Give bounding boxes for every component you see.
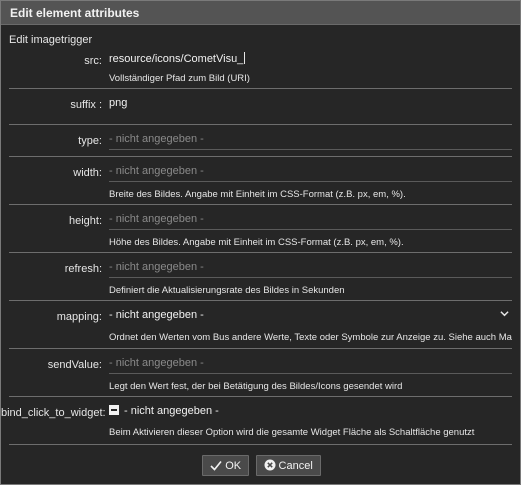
src-input[interactable]: resource/icons/CometVisu_ [109, 49, 512, 70]
bind-click-label: bind_click_to_widget: [1, 407, 106, 419]
row-bind-click-to-widget: bind_click_to_widget: - nicht angegeben … [1, 397, 512, 445]
sendvalue-label: sendValue: [47, 359, 102, 371]
dialog-buttons: OK Cancel [1, 455, 521, 476]
refresh-input[interactable]: - nicht angegeben - [109, 257, 512, 278]
row-height: height: - nicht angegeben - Höhe des Bil… [9, 205, 512, 253]
mapping-selected-value: - nicht angegeben - [109, 309, 204, 321]
type-placeholder: - nicht angegeben - [109, 133, 204, 145]
mapping-label: mapping: [56, 311, 102, 323]
edit-attributes-dialog: Edit element attributes Edit imagetrigge… [0, 0, 521, 485]
width-description: Breite des Bildes. Angabe mit Einheit im… [109, 189, 406, 200]
row-sendvalue: sendValue: - nicht angegeben - Legt den … [9, 349, 512, 397]
height-label: height: [68, 215, 102, 227]
refresh-label: refresh: [64, 263, 102, 275]
row-refresh: refresh: - nicht angegeben - Definiert d… [9, 253, 512, 301]
row-width: width: - nicht angegeben - Breite des Bi… [9, 157, 512, 205]
bind-click-value: - nicht angegeben - [124, 405, 219, 417]
cancel-label: Cancel [278, 460, 313, 472]
suffix-input[interactable]: png [109, 93, 512, 114]
row-type: type: - nicht angegeben - [9, 125, 512, 157]
ok-button[interactable]: OK [202, 455, 250, 476]
sendvalue-input[interactable]: - nicht angegeben - [109, 353, 512, 374]
text-caret [244, 52, 246, 64]
sendvalue-placeholder: - nicht angegeben - [109, 357, 204, 369]
refresh-placeholder: - nicht angegeben - [109, 261, 204, 273]
row-src: src: resource/icons/CometVisu_ Vollständ… [9, 45, 512, 89]
mapping-description: Ordnet den Werten vom Bus andere Werte, … [109, 332, 512, 343]
height-description: Höhe des Bildes. Angabe mit Einheit im C… [109, 237, 404, 248]
indeterminate-checkbox-icon[interactable] [109, 405, 119, 415]
width-input[interactable]: - nicht angegeben - [109, 161, 512, 182]
height-placeholder: - nicht angegeben - [109, 213, 204, 225]
src-label: src: [84, 55, 102, 67]
refresh-description: Definiert die Aktualisierungsrate des Bi… [109, 285, 345, 296]
close-circle-icon [264, 459, 276, 471]
width-placeholder: - nicht angegeben - [109, 165, 204, 177]
row-mapping: mapping: - nicht angegeben - Ordnet den … [9, 301, 512, 349]
chevron-down-icon[interactable] [500, 305, 509, 326]
dialog-title: Edit element attributes [1, 1, 520, 25]
check-icon [210, 460, 222, 471]
cancel-button[interactable]: Cancel [255, 455, 321, 476]
src-value: resource/icons/CometVisu_ [109, 53, 244, 65]
suffix-value: png [109, 97, 128, 109]
height-input[interactable]: - nicht angegeben - [109, 209, 512, 230]
src-description: Vollständiger Pfad zum Bild (URI) [109, 73, 250, 84]
bind-click-description: Beim Aktivieren dieser Option wird die g… [109, 427, 475, 438]
bind-click-control[interactable]: - nicht angegeben - [109, 401, 512, 422]
row-suffix: suffix : png [9, 89, 512, 125]
sendvalue-description: Legt den Wert fest, der bei Betätigung d… [109, 381, 403, 392]
ok-label: OK [225, 460, 242, 472]
suffix-label: suffix : [70, 99, 102, 111]
width-label: width: [73, 167, 102, 179]
mapping-select[interactable]: - nicht angegeben - [109, 305, 512, 326]
type-input[interactable]: - nicht angegeben - [109, 129, 512, 150]
type-label: type: [78, 135, 102, 147]
attribute-rows: src: resource/icons/CometVisu_ Vollständ… [1, 45, 521, 445]
